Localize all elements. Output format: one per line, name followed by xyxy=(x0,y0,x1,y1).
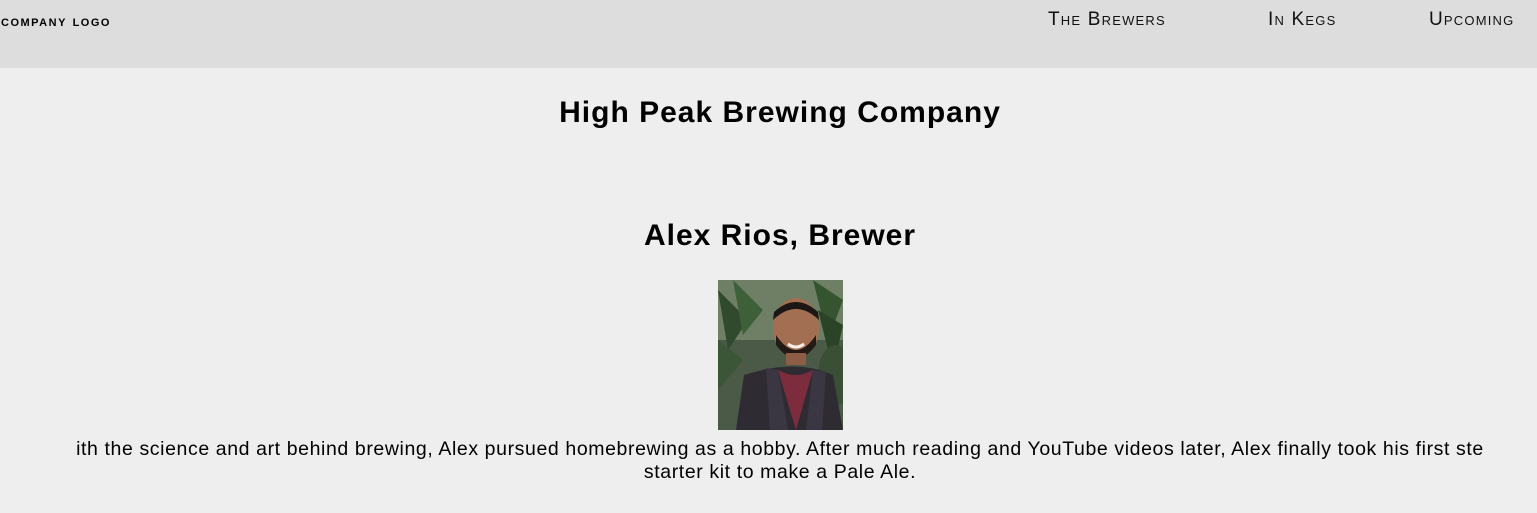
top-navbar: COMPANY LOGO The Brewers In Kegs Upcomin… xyxy=(0,0,1537,68)
brewer-photo xyxy=(718,280,843,430)
nav-link-the-brewers[interactable]: The Brewers xyxy=(1048,9,1166,31)
brewer-bio-line-1: ith the science and art behind brewing, … xyxy=(76,438,1484,460)
nav-links: The Brewers In Kegs Upcoming xyxy=(0,9,1537,39)
nav-link-in-kegs[interactable]: In Kegs xyxy=(1268,9,1336,31)
brewer-bio-line-2: starter kit to make a Pale Ale. xyxy=(643,461,917,483)
brewer-name-heading: Alex Rios, Brewer xyxy=(643,219,917,252)
brewer-bio: ith the science and art behind brewing, … xyxy=(0,438,1537,484)
nav-link-upcoming[interactable]: Upcoming xyxy=(1429,9,1514,31)
page-title: High Peak Brewing Company xyxy=(559,96,1001,129)
